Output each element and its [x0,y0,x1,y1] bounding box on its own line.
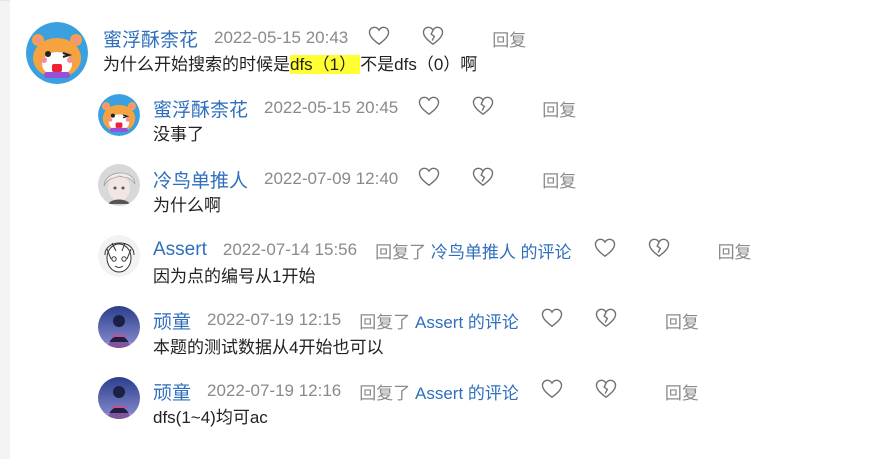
heart-outline-icon [541,308,563,333]
broken-heart-icon [422,26,444,51]
dislike-button[interactable] [420,25,446,51]
comment-body: 为什么啊 [153,195,221,217]
comment-meta: 蜜浮酥柰花 2022-05-15 20:43 回复 [103,24,526,52]
reply-button[interactable]: 回复 [665,308,699,333]
body-text-segment: 不是dfs（0）啊 [360,55,478,74]
dislike-button[interactable] [646,237,672,263]
like-button[interactable] [416,95,442,121]
comment-meta: 冷鸟单推人 2022-07-09 12:40 回复 [153,165,576,193]
body-text-segment: 为什么啊 [153,196,221,215]
like-button[interactable] [416,166,442,192]
author-link[interactable]: 蜜浮酥柰花 [153,95,248,122]
timestamp: 2022-07-14 15:56 [222,240,358,259]
like-button[interactable] [592,237,618,263]
timestamp: 2022-05-15 20:43 [214,28,349,47]
comment-meta: Assert 2022-07-14 15:56 回复了 冷鸟单推人 的评论 回复 [153,236,752,264]
comment-list: 蜜浮酥柰花 2022-05-15 20:43 回复 为什么开始搜索的时候是dfs（1）… [10,0,875,459]
comment-body: 本题的测试数据从4开始也可以 [153,337,383,359]
body-text-segment: 为什么开始搜索的时候是 [103,55,290,74]
reply-to-prefix: 回复了 [375,242,431,262]
author-link[interactable]: Assert [153,239,207,261]
comment-body: 没事了 [153,124,204,146]
broken-heart-icon [595,379,617,404]
heart-outline-icon [541,379,563,404]
avatar[interactable] [98,377,140,419]
reply-to-target[interactable]: Assert [415,313,463,332]
timestamp: 2022-05-15 20:45 [264,98,399,117]
reply-to: 回复了 冷鸟单推人 的评论 [375,238,571,263]
comment-meta: 蜜浮酥柰花 2022-05-15 20:45 回复 [153,94,576,122]
reply-to-suffix: 的评论 [463,312,519,332]
highlighted-text: dfs（1） [290,55,361,74]
heart-outline-icon [594,238,616,263]
avatar[interactable] [26,22,88,84]
reply-button[interactable]: 回复 [665,379,699,404]
dislike-button[interactable] [470,166,496,192]
avatar[interactable] [98,235,140,277]
avatar[interactable] [98,94,140,136]
comment-thread-panel: 蜜浮酥柰花 2022-05-15 20:43 回复 为什么开始搜索的时候是dfs（1）… [10,0,875,459]
heart-outline-icon [368,26,390,51]
dislike-button[interactable] [593,378,619,404]
broken-heart-icon [595,308,617,333]
author-link[interactable]: 顽童 [153,378,191,405]
heart-outline-icon [418,167,440,192]
body-text-segment: 没事了 [153,125,204,144]
like-button[interactable] [539,307,565,333]
timestamp: 2022-07-09 12:40 [264,169,399,188]
reply-to-target[interactable]: Assert [415,384,463,403]
comment-body: dfs(1~4)均可ac [153,407,268,429]
broken-heart-icon [472,167,494,192]
timestamp: 2022-07-19 12:15 [207,310,342,329]
reply-button[interactable]: 回复 [542,167,576,192]
like-button[interactable] [539,378,565,404]
timestamp: 2022-07-19 12:16 [207,381,342,400]
broken-heart-icon [648,238,670,263]
avatar[interactable] [98,306,140,348]
comment-meta: 顽童 2022-07-19 12:16 回复了 Assert 的评论 回复 [153,377,699,405]
reply-button[interactable]: 回复 [542,96,576,121]
reply-to-suffix: 的评论 [515,242,572,262]
reply-to: 回复了 Assert 的评论 [359,308,519,333]
body-text-segment: dfs(1~4)均可ac [153,408,268,427]
comment-meta: 顽童 2022-07-19 12:15 回复了 Assert 的评论 回复 [153,306,699,334]
heart-outline-icon [418,96,440,121]
reply-to: 回复了 Assert 的评论 [359,379,519,404]
author-link[interactable]: 顽童 [153,307,191,334]
author-link[interactable]: 冷鸟单推人 [153,166,248,193]
dislike-button[interactable] [470,95,496,121]
reply-to-target[interactable]: 冷鸟单推人 [431,243,516,262]
reply-to-suffix: 的评论 [463,383,519,403]
author-link[interactable]: 蜜浮酥柰花 [103,25,198,52]
like-button[interactable] [366,25,392,51]
reply-button[interactable]: 回复 [492,26,526,51]
reply-to-prefix: 回复了 [359,383,415,403]
dislike-button[interactable] [593,307,619,333]
comment-body: 因为点的编号从1开始 [153,266,315,288]
reply-to-prefix: 回复了 [359,312,415,332]
body-text-segment: 本题的测试数据从4开始也可以 [153,338,384,357]
broken-heart-icon [472,96,494,121]
comment-body: 为什么开始搜索的时候是dfs（1） 不是dfs（0）啊 [103,54,477,76]
avatar[interactable] [98,164,140,206]
reply-button[interactable]: 回复 [718,238,752,263]
body-text-segment: 因为点的编号从1开始 [153,267,316,286]
